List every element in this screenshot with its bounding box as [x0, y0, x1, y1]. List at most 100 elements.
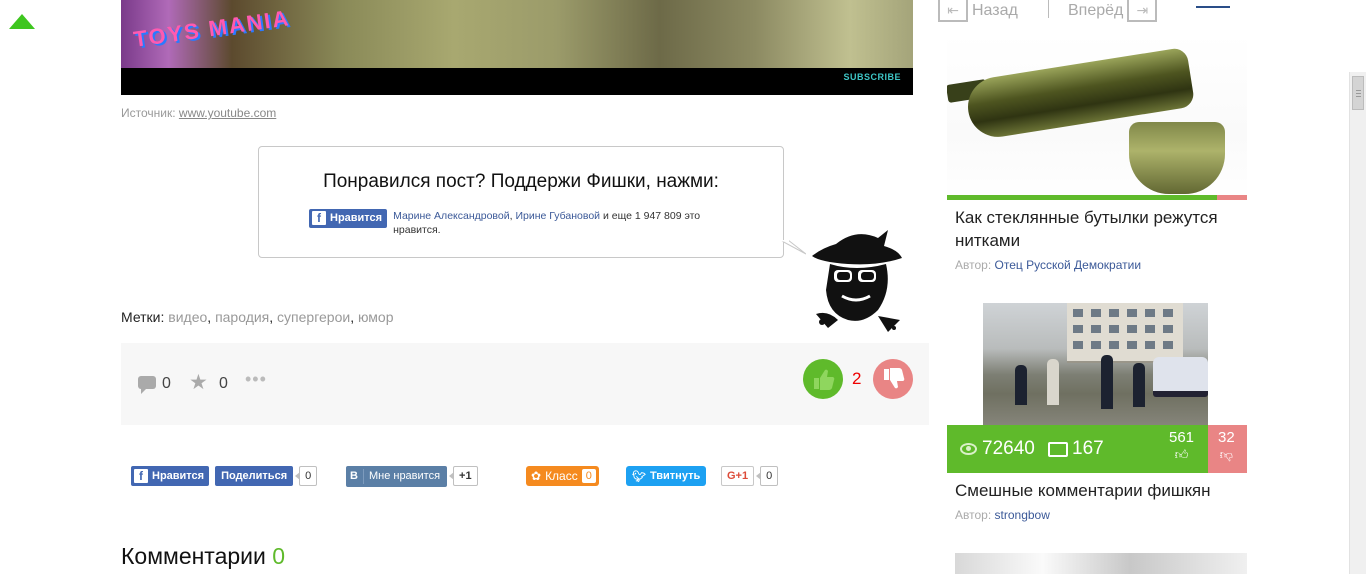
thumbs-up-icon: 👍︎: [1174, 447, 1189, 462]
glass-cut: [1129, 122, 1225, 194]
thumbs-down-icon: 👎︎: [1219, 447, 1233, 462]
arrow-left-icon: ⇤: [938, 0, 968, 22]
tag-link[interactable]: пародия: [215, 309, 269, 325]
ok-label: Класс: [545, 469, 578, 483]
comments-heading-count: 0: [272, 543, 286, 569]
facebook-share-count: 0: [295, 466, 318, 486]
friend-link-1[interactable]: Марине Александровой: [393, 210, 510, 222]
tag-separator: ,: [350, 309, 358, 325]
video-overlay-logo: TOYS MANIA: [131, 5, 292, 52]
eye-icon: [960, 443, 977, 455]
vk-like-label: Мне нравится: [368, 470, 441, 482]
card-author-line: Автор: strongbow: [955, 508, 1050, 522]
favorites-count: 0: [219, 375, 228, 392]
card-title-link[interactable]: Смешные комментарии фишкян: [955, 479, 1245, 502]
star-icon[interactable]: ★: [189, 372, 208, 393]
comments-count: 0: [162, 375, 171, 392]
vk-like-button[interactable]: В Мне нравится: [346, 465, 448, 487]
nav-back-button[interactable]: ⇤ Назад: [938, 0, 1018, 22]
comment-bubble-icon: [1048, 441, 1068, 457]
like-button[interactable]: [803, 359, 843, 399]
tweet-label: Твитнуть: [649, 470, 701, 482]
video-player[interactable]: TOYS MANIA SUBSCRIBE: [121, 0, 913, 95]
fb-like-label: Нравится: [330, 212, 383, 224]
source-label: Источник:: [121, 106, 176, 120]
comment-icon[interactable]: [138, 376, 156, 394]
thumbs-up-icon: [814, 369, 835, 390]
views-count: 72640: [982, 438, 1035, 459]
dislike-button[interactable]: [873, 359, 913, 399]
card-stats-bar: 72640 167 561 👍︎ 32 👎︎: [947, 425, 1247, 473]
facebook-share-button[interactable]: Поделиться: [215, 466, 294, 486]
author-label: Автор:: [955, 258, 992, 272]
card-thumbnail-police[interactable]: [983, 303, 1208, 433]
views-stat: 72640: [960, 438, 1035, 460]
tweet-button[interactable]: 🐦︎ Твитнуть: [626, 466, 707, 486]
author-link[interactable]: Отец Русской Демократии: [995, 258, 1142, 272]
dislikes-count: 32: [1218, 429, 1235, 446]
nav-forward-label: Вперёд: [1068, 2, 1124, 19]
google-plus-button[interactable]: G+1: [721, 466, 755, 486]
card-thumbnail-partial[interactable]: [955, 553, 1247, 574]
hamburger-menu-icon[interactable]: [1196, 6, 1230, 17]
tag-link[interactable]: видео: [168, 309, 207, 325]
page-scrollbar[interactable]: [1349, 72, 1366, 574]
nav-forward-button[interactable]: Вперёд ⇥: [1068, 0, 1158, 22]
facebook-share-group: f Нравится Поделиться 0: [131, 466, 318, 486]
friend-link-2[interactable]: Ирине Губановой: [515, 210, 600, 222]
facebook-icon: f: [312, 211, 326, 225]
subscribe-link[interactable]: SUBSCRIBE: [843, 72, 901, 82]
author-link[interactable]: strongbow: [995, 508, 1050, 522]
tag-link[interactable]: юмор: [358, 309, 394, 325]
tag-separator: ,: [269, 309, 278, 325]
source-link[interactable]: www.youtube.com: [179, 106, 276, 120]
comments-title: Комментарии: [121, 543, 266, 569]
thumbs-down-icon: [884, 368, 905, 389]
vk-like-count: +1: [449, 466, 478, 486]
tags-label: Метки:: [121, 309, 165, 325]
like-count: 2: [852, 369, 862, 388]
fb-like-button[interactable]: f Нравится: [309, 209, 388, 228]
google-plus-count: 0: [756, 466, 779, 486]
google-plus-share-group: G+1 0: [721, 466, 779, 486]
vk-divider: [362, 468, 364, 484]
ok-count: 0: [581, 469, 596, 483]
tags-line: Метки: видео, пародия, супергерои, юмор: [121, 309, 394, 325]
likes-stat: 561 👍︎: [1169, 429, 1194, 463]
facebook-like-button[interactable]: f Нравится: [131, 466, 210, 486]
police-car: [1153, 357, 1208, 397]
mascot-logo: [812, 230, 902, 332]
more-options-icon[interactable]: •••: [245, 369, 267, 390]
rating-bar: [947, 195, 1247, 200]
twitter-bird-icon: 🐦︎: [632, 470, 646, 483]
support-likebox: Понравился пост? Поддержи Фишки, нажми: …: [258, 146, 784, 258]
likebox-title: Понравился пост? Поддержи Фишки, нажми:: [323, 171, 719, 192]
arrow-right-icon: ⇥: [1127, 0, 1158, 22]
vk-share-group: В Мне нравится +1: [346, 465, 478, 487]
fb-like-text: Марине Александровой, Ирине Губановой и …: [393, 209, 723, 237]
tag-separator: ,: [207, 309, 216, 325]
card-stats-red: 32 👎︎: [1208, 425, 1247, 473]
card-author-line: Автор: Отец Русской Демократии: [955, 258, 1141, 272]
vk-icon: В: [350, 470, 358, 482]
scrollbar-thumb[interactable]: [1352, 76, 1364, 110]
card-title-link[interactable]: Как стеклянные бутылки режутся нитками: [955, 206, 1245, 252]
odnoklassniki-button[interactable]: ✿ Класс 0: [526, 466, 599, 486]
facebook-like-label: Нравится: [152, 470, 205, 482]
speech-bubble-tail: [780, 240, 806, 255]
likes-count: 561: [1169, 429, 1195, 446]
building: [1067, 303, 1183, 363]
comments-stat: 167: [1048, 438, 1104, 460]
video-frame: TOYS MANIA: [121, 0, 913, 68]
fb-like-widget: f Нравится Марине Александровой, Ирине Г…: [309, 209, 723, 237]
nav-divider: [1048, 0, 1049, 18]
tag-link[interactable]: супергерои: [277, 309, 350, 325]
scroll-to-top-button[interactable]: [9, 14, 35, 29]
card-stats-green: 72640 167 561 👍︎: [947, 425, 1208, 473]
post-action-bar: 0 ★ 0 ••• 2: [121, 343, 929, 425]
comments-count-card: 167: [1072, 438, 1104, 459]
dislikes-stat: 32 👎︎: [1218, 429, 1235, 463]
card-thumbnail-bottles[interactable]: [947, 34, 1247, 201]
facebook-icon: f: [134, 469, 148, 483]
source-line: Источник: www.youtube.com: [121, 106, 276, 120]
